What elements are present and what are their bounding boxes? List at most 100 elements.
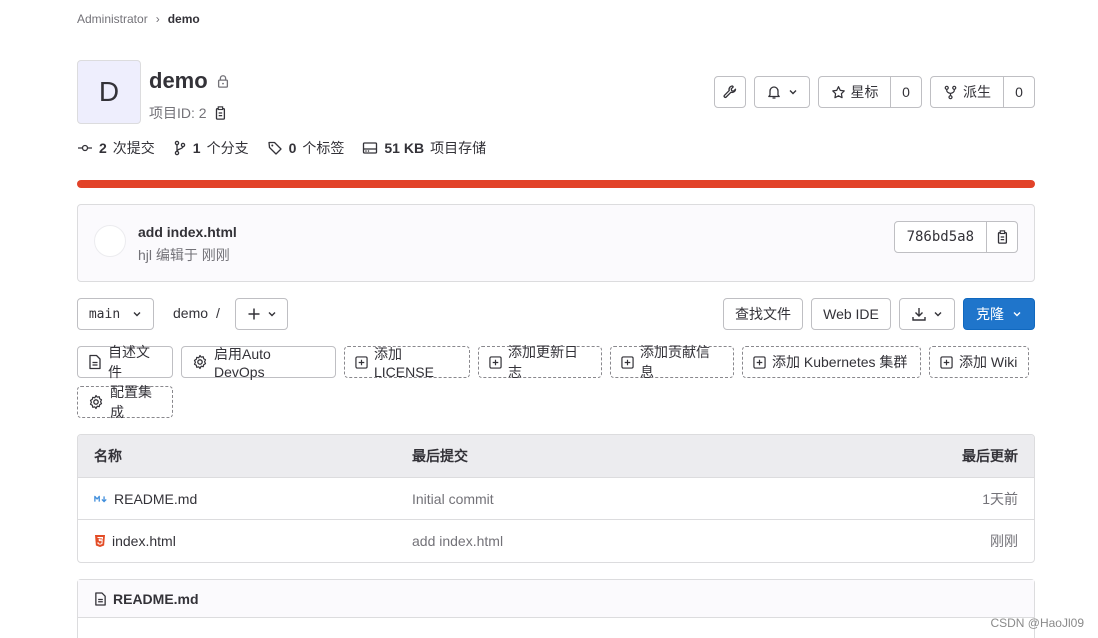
add-wiki-button[interactable]: 添加 Wiki: [929, 346, 1029, 378]
branch-icon: [173, 140, 187, 156]
project-title: demo: [149, 68, 230, 94]
bell-icon: [766, 84, 782, 100]
gear-icon: [192, 354, 208, 370]
breadcrumb-separator: ›: [155, 12, 160, 26]
chevron-down-icon: [132, 309, 142, 319]
stat-branches[interactable]: 1 个分支: [173, 138, 249, 158]
copy-id-icon[interactable]: [213, 106, 227, 120]
notifications-button[interactable]: [754, 76, 810, 108]
stat-tags[interactable]: 0 个标签: [267, 138, 345, 158]
stat-storage-label: 项目存储: [430, 140, 487, 156]
stat-tags-label: 个标签: [302, 140, 345, 156]
gear-icon: [88, 394, 104, 410]
repo-path: demo /: [173, 305, 220, 321]
readme-shortcut-button[interactable]: 自述文件: [77, 344, 173, 380]
add-wiki-label: 添加 Wiki: [959, 354, 1018, 370]
settings-button[interactable]: [714, 76, 746, 108]
add-kubernetes-label: 添加 Kubernetes 集群: [772, 354, 908, 370]
branch-name: main: [88, 306, 121, 322]
readme-header: README.md: [78, 580, 1034, 618]
pipeline-status-bar[interactable]: [77, 180, 1035, 188]
storage-icon: [362, 140, 378, 156]
auto-devops-button[interactable]: 启用Auto DevOps: [181, 346, 336, 380]
file-name-cell[interactable]: README.md: [94, 478, 197, 519]
file-name[interactable]: index.html: [112, 533, 176, 549]
file-name[interactable]: README.md: [114, 491, 197, 507]
configure-integrations-button[interactable]: 配置集成: [77, 384, 173, 420]
star-icon: [831, 85, 846, 100]
wrench-icon: [722, 84, 738, 100]
project-id-label: 项目ID: 2: [149, 105, 207, 121]
file-tree-table: 名称 最后提交 最后更新 README.md Initial commit 1天…: [77, 434, 1035, 563]
star-button[interactable]: 星标: [819, 77, 890, 107]
branch-selector[interactable]: main: [77, 298, 154, 330]
stat-commits-label: 次提交: [112, 140, 155, 156]
auto-devops-label: 启用Auto DevOps: [214, 346, 271, 380]
file-last-update: 刚刚: [990, 533, 1018, 549]
project-stats: 2 次提交 1 个分支 0 个标签 51 KB 项目存储: [77, 138, 486, 158]
file-last-commit[interactable]: add index.html: [412, 520, 503, 562]
file-name-cell[interactable]: index.html: [94, 520, 176, 562]
add-changelog-button[interactable]: 添加更新日志: [478, 344, 602, 380]
commit-message[interactable]: add index.html: [138, 224, 237, 240]
web-ide-button[interactable]: Web IDE: [811, 298, 891, 330]
fork-button-group: 派生 0: [930, 76, 1035, 108]
file-icon: [88, 354, 102, 370]
project-id: 项目ID: 2: [149, 103, 227, 123]
plus-square-icon: [621, 355, 634, 369]
readme-panel: README.md: [77, 579, 1035, 638]
fork-count[interactable]: 0: [1004, 77, 1034, 107]
table-row[interactable]: index.html add index.html 刚刚: [78, 520, 1034, 562]
chevron-down-icon: [788, 87, 798, 97]
fork-label: 派生: [963, 84, 991, 100]
plus-square-icon: [355, 355, 368, 369]
star-count[interactable]: 0: [891, 77, 921, 107]
add-license-label: 添加LICENSE: [374, 346, 434, 380]
add-to-tree-button[interactable]: [235, 298, 288, 330]
add-contributing-button[interactable]: 添加贡献信息: [610, 344, 734, 380]
stat-storage-count: 51 KB: [384, 140, 425, 156]
tag-icon: [267, 140, 283, 156]
stat-tags-count: 0: [288, 140, 297, 156]
readme-title[interactable]: README.md: [113, 591, 199, 607]
breadcrumb-current[interactable]: demo: [168, 12, 200, 26]
configure-integrations-label: 配置集成: [110, 384, 152, 420]
commit-icon: [77, 140, 93, 156]
download-button[interactable]: [899, 298, 955, 330]
lock-icon: [216, 74, 230, 88]
clone-label: 克隆: [976, 306, 1004, 322]
repo-path-root[interactable]: demo: [173, 305, 208, 321]
chevron-down-icon: [1012, 309, 1022, 319]
breadcrumb-parent[interactable]: Administrator: [77, 12, 148, 26]
add-license-button[interactable]: 添加LICENSE: [344, 346, 470, 380]
add-contributing-label: 添加贡献信息: [640, 344, 710, 380]
stat-storage[interactable]: 51 KB 项目存储: [362, 138, 486, 158]
find-file-button[interactable]: 查找文件: [723, 298, 803, 330]
plus-icon: [247, 307, 261, 321]
stat-commits[interactable]: 2 次提交: [77, 138, 155, 158]
star-button-group: 星标 0: [818, 76, 922, 108]
table-row[interactable]: README.md Initial commit 1天前: [78, 478, 1034, 520]
watermark: CSDN @HaoJl09: [990, 616, 1084, 630]
fork-button[interactable]: 派生: [931, 77, 1003, 107]
commit-sha-group: 786bd5a8: [893, 221, 1018, 253]
column-header-last-commit: 最后提交: [412, 448, 468, 464]
plus-square-icon: [753, 355, 766, 369]
copy-sha-button[interactable]: [987, 222, 1017, 252]
copy-icon: [995, 230, 1009, 244]
project-avatar[interactable]: D: [77, 60, 141, 124]
commit-sha[interactable]: 786bd5a8: [895, 222, 986, 252]
star-label: 星标: [850, 84, 879, 100]
html5-icon: [94, 534, 106, 548]
clone-button[interactable]: 克隆: [963, 298, 1035, 330]
file-last-update: 1天前: [982, 490, 1018, 507]
add-changelog-label: 添加更新日志: [508, 344, 578, 380]
add-kubernetes-button[interactable]: 添加 Kubernetes 集群: [742, 346, 921, 378]
path-separator: /: [216, 305, 220, 321]
commit-author-avatar[interactable]: [94, 225, 126, 257]
column-header-name: 名称: [94, 448, 122, 464]
file-last-commit[interactable]: Initial commit: [412, 478, 494, 519]
download-icon: [911, 306, 927, 322]
column-header-last-update: 最后更新: [962, 448, 1018, 464]
stat-commits-count: 2: [99, 140, 107, 156]
